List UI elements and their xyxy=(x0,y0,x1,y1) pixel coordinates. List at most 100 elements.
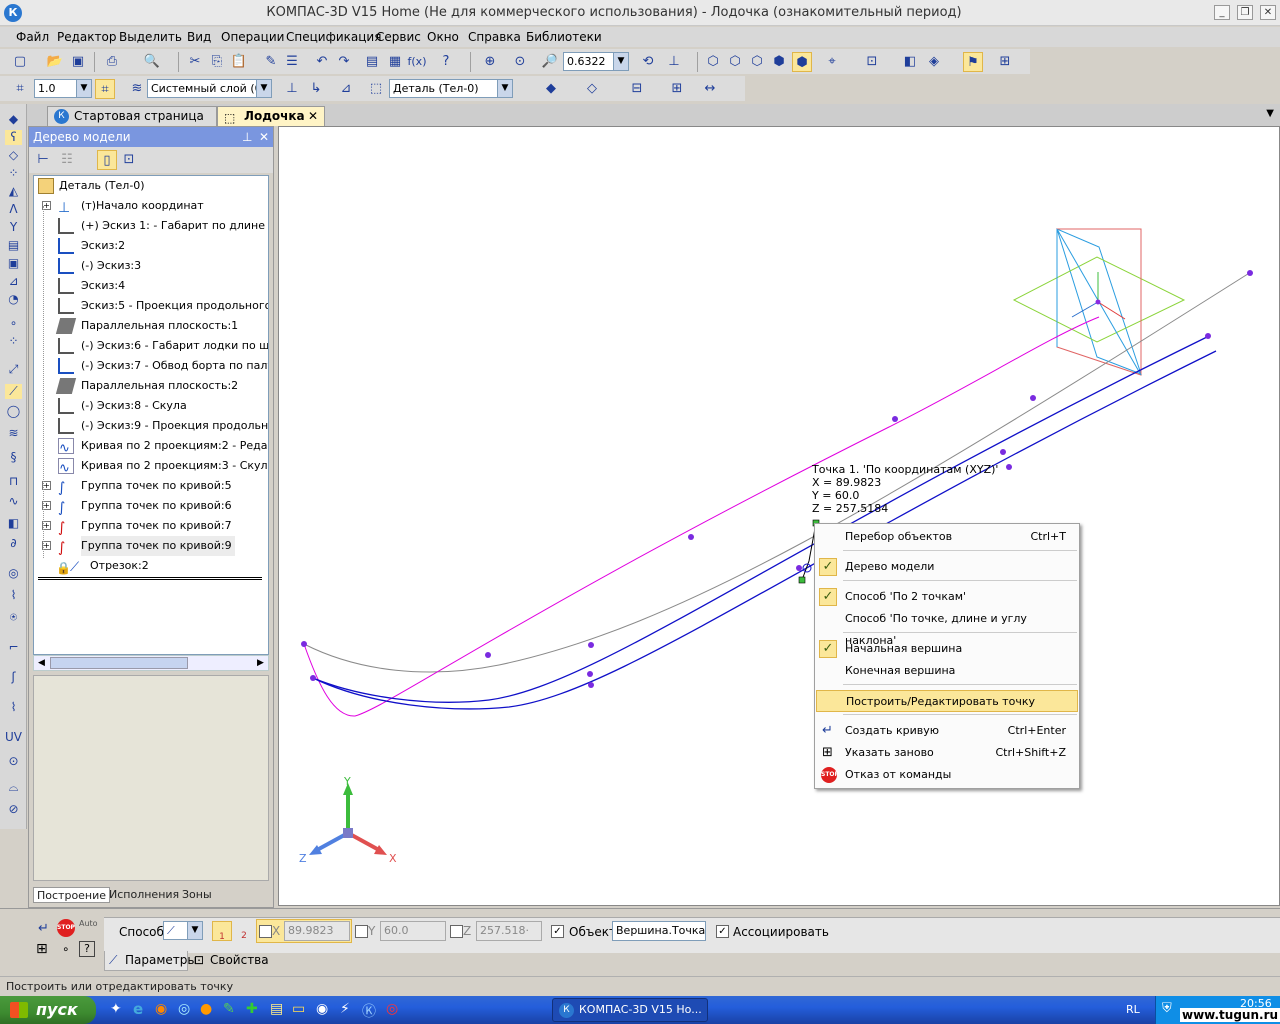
auto-create-button[interactable]: Auto xyxy=(79,919,98,928)
segment-icon[interactable]: ⟋ xyxy=(5,384,22,399)
close-tab-icon[interactable]: ✕ xyxy=(308,107,318,125)
tree-filter-icon[interactable]: ☷ xyxy=(57,150,77,170)
curve-points[interactable] xyxy=(301,270,1253,688)
manager-icon[interactable]: ▤ xyxy=(362,52,382,72)
point[interactable] xyxy=(1006,464,1012,470)
chevron-down-icon[interactable]: ▼ xyxy=(613,53,628,70)
minimize-button[interactable]: _ xyxy=(1214,5,1230,20)
x-input[interactable]: 89.9823 xyxy=(284,921,350,941)
function-curve-icon[interactable]: ∂ xyxy=(5,536,22,551)
end-vertex-marker[interactable] xyxy=(798,576,806,584)
point[interactable] xyxy=(1030,395,1036,401)
orientation-icon[interactable]: ⊥ xyxy=(664,52,684,72)
array-icon[interactable]: ⊟ xyxy=(627,79,647,99)
menu-window[interactable]: Окно xyxy=(427,30,459,44)
material-icon[interactable]: ◈ xyxy=(924,52,944,72)
measure-tool-icon[interactable]: Λ xyxy=(5,202,22,217)
zoom-fit-icon[interactable]: ⊙ xyxy=(510,52,530,72)
snap-icon[interactable]: ⌗ xyxy=(10,79,30,99)
join-curve-icon[interactable]: ⌇ xyxy=(5,700,22,715)
step-combo[interactable]: 1.0 ▼ xyxy=(34,79,92,98)
menu-specification[interactable]: Спецификация xyxy=(286,30,381,44)
menu-edit[interactable]: Редактор xyxy=(57,30,116,44)
firefox-icon[interactable]: ◉ xyxy=(155,1001,167,1017)
undo-icon[interactable]: ↶ xyxy=(312,52,332,72)
notepad-icon[interactable]: ▤ xyxy=(270,1001,283,1017)
language-indicator[interactable]: RL xyxy=(1126,1003,1140,1016)
offset-curve-icon[interactable]: ⊙ xyxy=(5,754,22,769)
print-icon[interactable]: ⎙ xyxy=(102,52,122,72)
dimension-icon[interactable]: ↔ xyxy=(700,79,720,99)
tab-parameters[interactable]: ⟋ Параметры xyxy=(104,951,197,971)
close-button[interactable]: ✕ xyxy=(1260,5,1276,20)
list-icon[interactable]: ☰ xyxy=(282,52,302,72)
curve-on-surface-icon[interactable]: ⌓ xyxy=(5,780,22,795)
thin-lines-icon[interactable]: ⬡ xyxy=(747,52,767,72)
associate-checkbox[interactable]: ✓ xyxy=(716,925,729,938)
point[interactable] xyxy=(1247,270,1253,276)
scroll-thumb[interactable] xyxy=(50,657,188,669)
tabs-dropdown-icon[interactable]: ▼ xyxy=(1266,108,1274,119)
copy-icon[interactable]: ⎘ xyxy=(207,52,227,72)
stop-button[interactable]: STOP xyxy=(57,919,75,937)
chrome-icon[interactable]: ◎ xyxy=(386,1001,398,1017)
maximize-button[interactable]: ❐ xyxy=(1237,5,1253,20)
part-combo[interactable]: Деталь (Тел-0) ▼ xyxy=(389,79,513,98)
zoom-scale-icon[interactable]: 🔎 xyxy=(540,52,560,72)
app-icon[interactable]: ◎ xyxy=(178,1001,190,1017)
point[interactable] xyxy=(1205,333,1211,339)
menu-item-cancel-command[interactable]: STOP Отказ от команды xyxy=(816,764,1078,786)
curve-blue-lower[interactable] xyxy=(312,350,1217,710)
tab-zones[interactable]: Зоны xyxy=(182,887,212,903)
tab-start-page[interactable]: К Стартовая страница xyxy=(47,106,217,126)
orientation-plane-icon[interactable]: ⊿ xyxy=(336,79,356,99)
tab-lodochka[interactable]: ⬚ Лодочка ✕ xyxy=(217,106,325,126)
perspective-icon[interactable]: ⌖ xyxy=(822,52,842,72)
cut-icon[interactable]: ✂ xyxy=(185,52,205,72)
variables-icon[interactable]: ▦ xyxy=(385,52,405,72)
app-icon[interactable]: ● xyxy=(200,1001,212,1017)
arrays-icon[interactable]: ⁘ xyxy=(5,166,22,181)
elements-icon[interactable]: ⊿ xyxy=(5,274,22,289)
menu-item-start-vertex[interactable]: ✓ Начальная вершина xyxy=(816,638,1078,660)
folder-icon[interactable]: ▭ xyxy=(292,1001,305,1017)
contour-icon[interactable]: ◎ xyxy=(5,566,22,581)
menu-service[interactable]: Сервис xyxy=(376,30,421,44)
help-icon[interactable]: ? xyxy=(79,941,95,957)
menu-item-build-edit-point[interactable]: Построить/Редактировать точку xyxy=(816,690,1078,712)
point-coords-icon[interactable]: ⤢ xyxy=(5,362,22,377)
point[interactable] xyxy=(688,534,694,540)
helix-icon[interactable]: ≋ xyxy=(5,426,22,441)
menu-operations[interactable]: Операции xyxy=(221,30,284,44)
zoom-window-icon[interactable]: ⊕ xyxy=(480,52,500,72)
polyline-icon[interactable]: ⊓ xyxy=(5,474,22,489)
point[interactable] xyxy=(796,565,802,571)
point1-button[interactable]: 1 xyxy=(212,921,232,942)
menu-item-point-length-angle[interactable]: Способ 'По точке, длине и углу наклона' xyxy=(816,608,1078,647)
coordinate-system-icon[interactable]: ⊥ xyxy=(282,79,302,99)
zoom-combo[interactable]: 0.6322 ▼ xyxy=(563,52,629,71)
rotate-icon[interactable]: ⟲ xyxy=(638,52,658,72)
point[interactable] xyxy=(588,642,594,648)
scroll-right-icon[interactable]: ▶ xyxy=(254,657,267,669)
tree-structure-icon[interactable]: ⊢ xyxy=(33,150,53,170)
menu-file[interactable]: Файл xyxy=(16,30,49,44)
point[interactable] xyxy=(587,671,593,677)
menu-item-model-tree[interactable]: ✓ Дерево модели xyxy=(816,556,1078,578)
layer-combo[interactable]: Системный слой (0) ▼ xyxy=(147,79,272,98)
point[interactable] xyxy=(485,652,491,658)
method-combo[interactable]: ⟋ ▼ xyxy=(163,921,203,940)
spiral-icon[interactable]: § xyxy=(5,450,22,465)
specification-icon[interactable]: ▤ xyxy=(5,238,22,253)
curve-projections-icon[interactable]: ◧ xyxy=(5,516,22,531)
edit-curve-icon[interactable]: ⊘ xyxy=(5,802,22,817)
help-cursor-icon[interactable]: ? xyxy=(436,52,456,72)
projection-curve-icon[interactable]: ⍟ xyxy=(5,610,22,625)
sheet-metal-icon[interactable]: ◔ xyxy=(5,292,22,307)
ie-icon[interactable]: e xyxy=(133,1000,143,1018)
tree-view-icon[interactable]: ▯ xyxy=(97,150,117,170)
point[interactable] xyxy=(1000,449,1006,455)
x-lock-checkbox[interactable] xyxy=(259,925,272,938)
y-input[interactable]: 60.0 xyxy=(380,921,446,941)
color-icon[interactable]: ◧ xyxy=(900,52,920,72)
